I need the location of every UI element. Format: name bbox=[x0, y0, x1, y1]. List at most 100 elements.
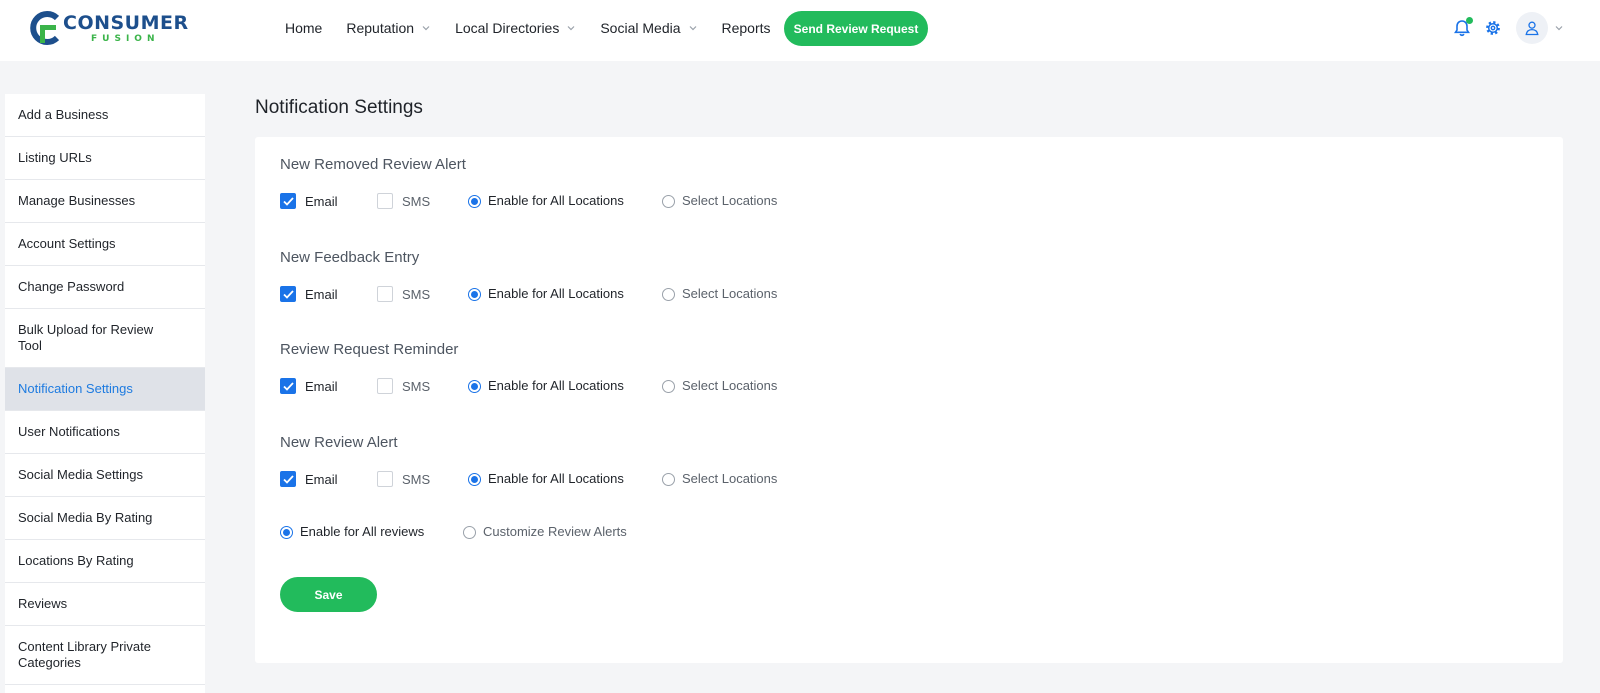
customize-review-alerts-radio[interactable]: Customize Review Alerts bbox=[463, 524, 627, 539]
sidebar-item-label: Social Media By Rating bbox=[18, 510, 153, 525]
email-label: Email bbox=[305, 471, 338, 487]
sidebar-item-reviews[interactable]: Reviews bbox=[5, 583, 205, 626]
notification-settings-card: New Removed Review Alert Email SMS Enabl… bbox=[255, 137, 1563, 663]
select-locations-label: Select Locations bbox=[682, 471, 778, 486]
send-review-request-button[interactable]: Send Review Request bbox=[784, 11, 928, 46]
nav-reputation[interactable]: Reputation bbox=[346, 20, 431, 36]
sms-label: SMS bbox=[402, 286, 431, 302]
radio-dot bbox=[662, 288, 675, 301]
sidebar-item-account-settings[interactable]: Account Settings bbox=[5, 223, 205, 266]
notification-section: New Removed Review Alert Email SMS Enabl… bbox=[280, 156, 777, 209]
settings-sidebar: Add a Business Listing URLs Manage Busin… bbox=[5, 94, 205, 693]
bell-icon[interactable] bbox=[1452, 17, 1473, 38]
sidebar-item-add-a-business[interactable]: Add a Business bbox=[5, 94, 205, 137]
notification-section: New Review Alert Email SMS Enable for Al… bbox=[280, 434, 777, 539]
select-locations-radio[interactable]: Select Locations bbox=[662, 471, 777, 486]
customize-review-alerts-label: Customize Review Alerts bbox=[483, 524, 627, 539]
all-locations-radio[interactable]: Enable for All Locations bbox=[468, 471, 624, 486]
sidebar-item-change-password[interactable]: Change Password bbox=[5, 266, 205, 309]
sms-label: SMS bbox=[402, 193, 431, 209]
sidebar-item-locations-by-rating[interactable]: Locations By Rating bbox=[5, 540, 205, 583]
checkmark-icon bbox=[282, 196, 294, 206]
brand-name: CONSUMER bbox=[63, 12, 189, 34]
chevron-down-icon bbox=[689, 26, 696, 31]
checkbox-box bbox=[280, 378, 296, 394]
notification-section: Review Request Reminder Email SMS Enable… bbox=[280, 341, 777, 394]
all-locations-radio[interactable]: Enable for All Locations bbox=[468, 378, 624, 393]
sms-checkbox[interactable]: SMS bbox=[377, 471, 430, 487]
checkbox-box bbox=[280, 193, 296, 209]
sms-checkbox[interactable]: SMS bbox=[377, 193, 430, 209]
all-locations-radio[interactable]: Enable for All Locations bbox=[468, 193, 624, 208]
checkbox-box bbox=[377, 286, 393, 302]
radio-dot bbox=[468, 195, 481, 208]
sidebar-item-social-media-settings[interactable]: Social Media Settings bbox=[5, 454, 205, 497]
nav-social-media-label: Social Media bbox=[600, 20, 681, 36]
radio-dot bbox=[280, 526, 293, 539]
sidebar-item-user-notifications[interactable]: User Notifications bbox=[5, 411, 205, 454]
chevron-down-icon bbox=[422, 26, 430, 31]
user-avatar[interactable] bbox=[1516, 12, 1548, 44]
sms-label: SMS bbox=[402, 471, 431, 487]
nav-reports-label: Reports bbox=[721, 20, 771, 36]
notification-section: New Feedback Entry Email SMS Enable for … bbox=[280, 249, 777, 302]
email-checkbox[interactable]: Email bbox=[280, 378, 338, 394]
sidebar-item-content-library[interactable]: Content Library Private Categories bbox=[5, 626, 205, 685]
sidebar-item-bulk-upload[interactable]: Bulk Upload for Review Tool bbox=[5, 309, 205, 368]
nav-local-directories[interactable]: Local Directories bbox=[455, 20, 576, 36]
user-icon bbox=[1525, 21, 1539, 36]
sidebar-item-label: Content Library Private Categories bbox=[18, 639, 151, 670]
nav-home[interactable]: Home bbox=[285, 20, 322, 36]
section-title: New Removed Review Alert bbox=[280, 156, 466, 173]
select-locations-radio[interactable]: Select Locations bbox=[662, 193, 777, 208]
sidebar-item-notification-settings[interactable]: Notification Settings bbox=[5, 368, 205, 411]
sms-checkbox[interactable]: SMS bbox=[377, 286, 430, 302]
all-locations-label: Enable for All Locations bbox=[488, 193, 624, 208]
brand-subname: FUSION bbox=[91, 34, 160, 44]
select-locations-radio[interactable]: Select Locations bbox=[662, 286, 777, 301]
all-reviews-radio[interactable]: Enable for All reviews bbox=[280, 524, 424, 539]
gear-icon[interactable] bbox=[1483, 18, 1503, 38]
section-title: New Review Alert bbox=[280, 434, 398, 451]
nav-reputation-label: Reputation bbox=[346, 20, 415, 36]
radio-dot bbox=[468, 380, 481, 393]
all-locations-radio[interactable]: Enable for All Locations bbox=[468, 286, 624, 301]
select-locations-label: Select Locations bbox=[682, 286, 778, 301]
brand-logo[interactable]: CONSUMER FUSION bbox=[27, 11, 207, 45]
email-checkbox[interactable]: Email bbox=[280, 286, 338, 302]
sidebar-item-label: Locations By Rating bbox=[18, 553, 134, 568]
checkmark-icon bbox=[282, 289, 294, 299]
nav-reports[interactable]: Reports bbox=[722, 20, 771, 36]
email-checkbox[interactable]: Email bbox=[280, 471, 338, 487]
nav-social-media[interactable]: Social Media bbox=[600, 20, 697, 36]
sidebar-item-manage-businesses[interactable]: Manage Businesses bbox=[5, 180, 205, 223]
radio-dot bbox=[662, 380, 675, 393]
sidebar-item-social-media-by-rating[interactable]: Social Media By Rating bbox=[5, 497, 205, 540]
checkbox-box bbox=[280, 471, 296, 487]
chevron-down-icon bbox=[567, 26, 575, 31]
email-checkbox[interactable]: Email bbox=[280, 193, 338, 209]
save-button[interactable]: Save bbox=[280, 577, 377, 612]
sidebar-item-label: Social Media Settings bbox=[18, 467, 144, 482]
sidebar-item-label: Manage Businesses bbox=[18, 193, 136, 208]
sidebar-item-label: Change Password bbox=[18, 279, 125, 294]
radio-dot bbox=[463, 526, 476, 539]
select-locations-label: Select Locations bbox=[682, 193, 778, 208]
radio-dot bbox=[662, 473, 675, 486]
radio-dot bbox=[468, 288, 481, 301]
option-row: Email SMS Enable for All Locations Selec… bbox=[280, 471, 980, 491]
nav-home-label: Home bbox=[285, 20, 323, 36]
top-header: CONSUMER FUSION Home Reputation Local Di… bbox=[0, 0, 1600, 61]
sms-checkbox[interactable]: SMS bbox=[377, 378, 430, 394]
email-label: Email bbox=[305, 286, 338, 302]
sidebar-item-listing-urls[interactable]: Listing URLs bbox=[5, 137, 205, 180]
sms-label: SMS bbox=[402, 378, 431, 394]
section-title: Review Request Reminder bbox=[280, 341, 459, 358]
checkbox-box bbox=[377, 378, 393, 394]
chevron-down-icon[interactable] bbox=[1554, 23, 1564, 33]
sidebar-item-label: Add a Business bbox=[18, 107, 109, 122]
sidebar-item-label: Account Settings bbox=[18, 236, 116, 251]
select-locations-radio[interactable]: Select Locations bbox=[662, 378, 777, 393]
checkbox-box bbox=[377, 193, 393, 209]
gear-glyph bbox=[1486, 21, 1500, 35]
